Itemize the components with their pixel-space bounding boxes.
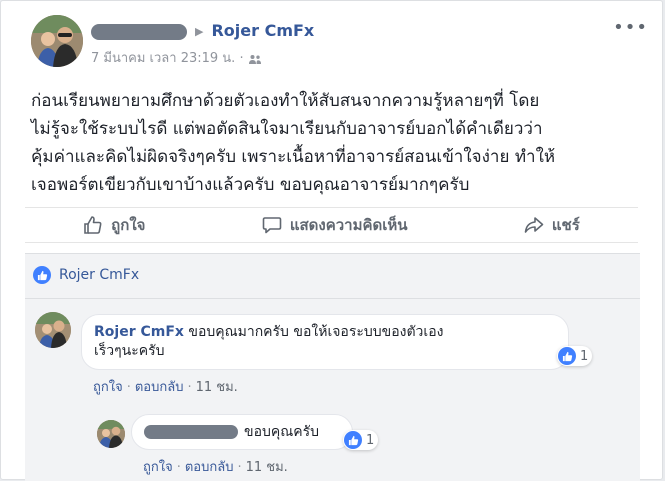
speech-bubble-icon xyxy=(262,217,282,234)
target-profile-link[interactable]: Rojer CmFx xyxy=(211,21,314,40)
reply-bubble: ขอบคุณครับ xyxy=(131,414,353,450)
dot-separator: · xyxy=(239,51,248,66)
thumbs-up-icon xyxy=(84,216,102,234)
post-author-line: ▶ Rojer CmFx xyxy=(91,21,314,40)
reply-reply-link[interactable]: ตอบกลับ xyxy=(185,460,234,475)
like-reaction-icon xyxy=(558,347,576,365)
avatar-photo-icon xyxy=(97,420,125,448)
friends-icon[interactable] xyxy=(248,51,262,66)
post-text-line: ก่อนเรียนพยายามศึกษาด้วยตัวเองทำให้สับสน… xyxy=(31,91,540,111)
share-label: แชร์ xyxy=(551,216,580,234)
comment-like-count[interactable]: 1 xyxy=(557,346,593,366)
author-name-redacted[interactable] xyxy=(91,23,187,40)
like-count-value: 1 xyxy=(366,432,375,448)
post-text-line: เจอพอร์ตเขียวกับเขาบ้างแล้วครับ ขอบคุณอา… xyxy=(31,175,470,195)
reply-avatar[interactable] xyxy=(97,420,125,448)
dot-separator: · xyxy=(126,380,131,395)
post-header: ▶ Rojer CmFx 7 มีนาคม เวลา 23:19 น. · ••• xyxy=(31,15,648,71)
reply-like-count[interactable]: 1 xyxy=(343,430,379,450)
reactions-summary[interactable]: Rojer CmFx xyxy=(33,266,139,284)
comment-actions: ถูกใจ · ตอบกลับ · 11 ชม. xyxy=(93,376,238,397)
more-options-icon[interactable]: ••• xyxy=(613,17,648,38)
share-arrow-icon xyxy=(524,217,544,233)
comment-like-link[interactable]: ถูกใจ xyxy=(93,380,123,395)
post-actions-bar: ถูกใจ แสดงความคิดเห็น แชร์ xyxy=(25,207,638,243)
avatar-photo-icon xyxy=(31,15,83,67)
dot-separator: · xyxy=(176,460,181,475)
dot-separator: · xyxy=(237,460,242,475)
reactor-name: Rojer CmFx xyxy=(59,267,140,283)
like-count-value: 1 xyxy=(580,348,589,364)
reply-text: ขอบคุณครับ xyxy=(244,424,319,440)
share-button[interactable]: แชร์ xyxy=(524,213,580,237)
triangle-right-icon: ▶ xyxy=(195,25,204,38)
comment-button[interactable]: แสดงความคิดเห็น xyxy=(262,213,408,237)
like-reaction-icon xyxy=(33,266,51,284)
post-timestamp-row: 7 มีนาคม เวลา 23:19 น. · xyxy=(91,47,262,68)
post-text-line: คุ้มค่าและคิดไม่ผิดจริงๆครับ เพราะเนื้อห… xyxy=(31,147,556,167)
author-avatar[interactable] xyxy=(31,15,83,67)
divider xyxy=(25,298,640,299)
comment-avatar[interactable] xyxy=(35,312,71,348)
reply-like-link[interactable]: ถูกใจ xyxy=(143,460,173,475)
avatar-photo-icon xyxy=(35,312,71,348)
comment-label: แสดงความคิดเห็น xyxy=(289,216,408,234)
reply-author-redacted[interactable] xyxy=(144,425,238,439)
comment-text: ขอบคุณมากครับ ขอให้เจอระบบของตัวเอง xyxy=(188,324,444,340)
comment-time[interactable]: 11 ชม. xyxy=(196,380,238,395)
reply-actions: ถูกใจ · ตอบกลับ · 11 ชม. xyxy=(143,456,288,477)
comment-author-link[interactable]: Rojer CmFx xyxy=(94,324,184,340)
comment-text-continued: เร็วๆนะครับ xyxy=(94,343,165,359)
like-button[interactable]: ถูกใจ xyxy=(83,213,145,237)
post-timestamp[interactable]: 7 มีนาคม เวลา 23:19 น. xyxy=(91,51,235,66)
post-body: ก่อนเรียนพยายามศึกษาด้วยตัวเองทำให้สับสน… xyxy=(31,87,636,199)
reply-time[interactable]: 11 ชม. xyxy=(246,460,288,475)
comment-line: Rojer CmFx ขอบคุณมากครับ ขอให้เจอระบบของ… xyxy=(94,323,556,342)
dot-separator: · xyxy=(187,380,192,395)
post-card: ▶ Rojer CmFx 7 มีนาคม เวลา 23:19 น. · •••… xyxy=(0,0,663,481)
like-label: ถูกใจ xyxy=(111,216,146,234)
like-reaction-icon xyxy=(344,431,362,449)
comments-section: Rojer CmFx Rojer CmFx ขอบคุณมากครับ ขอให… xyxy=(25,253,640,481)
comment-reply-link[interactable]: ตอบกลับ xyxy=(135,380,184,395)
comment-bubble: Rojer CmFx ขอบคุณมากครับ ขอให้เจอระบบของ… xyxy=(81,314,569,370)
post-text-line: ไม่รู้จะใช้ระบบไรดี แต่พอตัดสินใจมาเรียน… xyxy=(31,119,543,139)
